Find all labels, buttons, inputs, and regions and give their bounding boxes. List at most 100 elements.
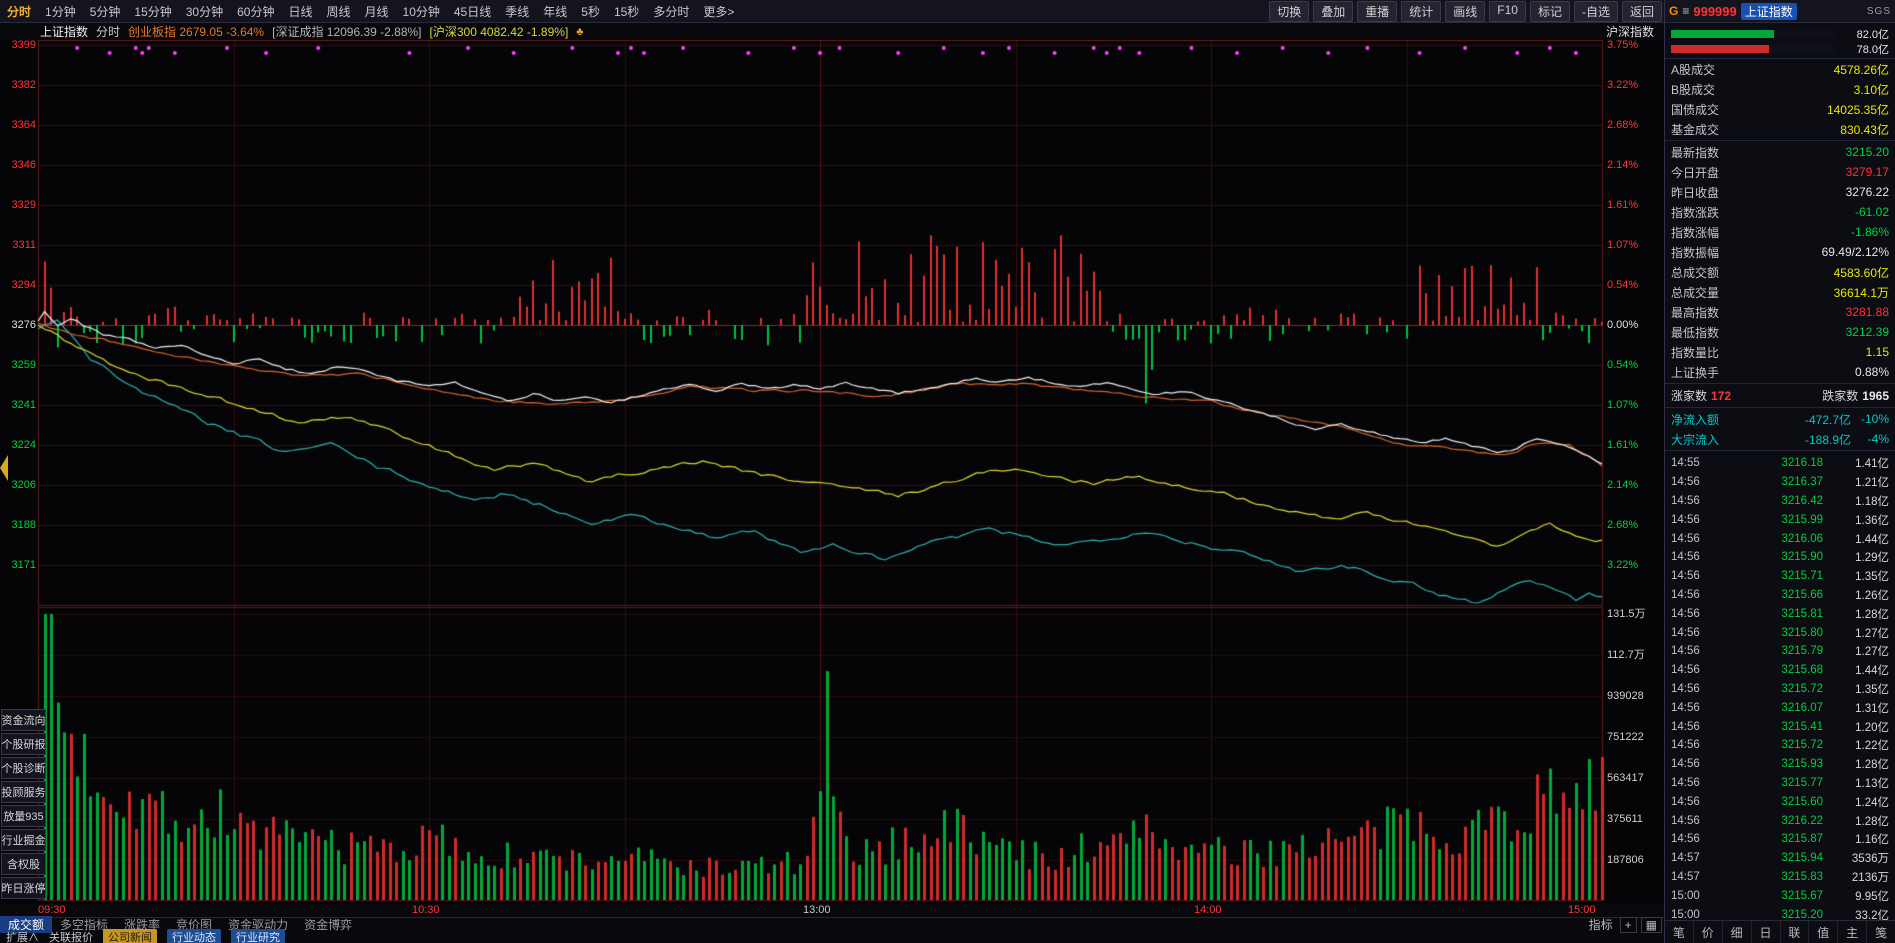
panel-tab-4[interactable]: 联 <box>1781 921 1810 943</box>
axis-label: 0.54% <box>1607 280 1638 291</box>
panel-tab-5[interactable]: 值 <box>1809 921 1838 943</box>
status-item-3[interactable]: 行业动态 <box>167 929 221 943</box>
axis-label: 1.07% <box>1607 240 1638 251</box>
period-tab-10[interactable]: 45日线 <box>447 3 498 20</box>
period-tab-8[interactable]: 月线 <box>358 3 396 20</box>
axis-label: 2.68% <box>1607 520 1638 531</box>
period-tab-0[interactable]: 分时 <box>0 3 38 20</box>
axis-label: 0.00% <box>1607 320 1638 331</box>
period-tab-14[interactable]: 15秒 <box>607 3 646 20</box>
toolbar-action-8[interactable]: 返回 <box>1622 1 1662 22</box>
info-row-14: 指数量比1.15 <box>1665 342 1895 362</box>
status-item-0[interactable]: 扩展∧ <box>6 929 39 943</box>
period-tab-6[interactable]: 日线 <box>281 3 319 20</box>
quick-button-4[interactable]: 放量935 <box>1 805 46 827</box>
strength-bar-row: 82.0亿 <box>1671 26 1889 41</box>
status-bar: 扩展∧ 关联报价公司新闻行业动态行业研究 <box>0 931 1664 943</box>
advancers-decliners-row: 涨家数 172 跌家数 1965 <box>1665 385 1895 406</box>
toolbar-action-4[interactable]: 画线 <box>1445 1 1485 22</box>
period-tab-5[interactable]: 60分钟 <box>230 3 281 20</box>
quick-button-6[interactable]: 含权股 <box>1 853 46 875</box>
decliners-count: 1965 <box>1862 389 1889 403</box>
toolbar-action-2[interactable]: 重播 <box>1357 1 1397 22</box>
status-item-2[interactable]: 公司新闻 <box>103 929 157 943</box>
flow-row-1: 大宗流入-188.9亿-4% <box>1665 429 1895 449</box>
panel-tab-6[interactable]: 主 <box>1838 921 1867 943</box>
panel-tab-2[interactable]: 细 <box>1723 921 1752 943</box>
strength-bar-row: 78.0亿 <box>1671 41 1889 56</box>
info-row-2: 国债成交14025.35亿 <box>1665 99 1895 119</box>
quick-button-1[interactable]: 个股研报 <box>1 733 46 755</box>
toolbar-action-5[interactable]: F10 <box>1489 1 1526 22</box>
axis-label: 1.61% <box>1607 440 1638 451</box>
axis-label: 1.07% <box>1607 400 1638 411</box>
axis-label: 3346 <box>2 160 36 171</box>
intraday-chart[interactable] <box>0 40 1664 904</box>
toolbar-action-1[interactable]: 叠加 <box>1313 1 1353 22</box>
info-row-5: 今日开盘3279.17 <box>1665 162 1895 182</box>
index-name: 上证指数 <box>40 23 88 40</box>
axis-label: 131.5万 <box>1607 609 1646 620</box>
overlay-quote-1: [深证成指 12096.39 -2.88%] <box>272 23 421 40</box>
axis-label: 3329 <box>2 200 36 211</box>
quick-button-2[interactable]: 个股诊断 <box>1 757 46 779</box>
money-flow-rows: 净流入额-472.7亿-10%大宗流入-188.9亿-4% <box>1665 409 1895 449</box>
axis-label: 3.75% <box>1607 40 1638 51</box>
status-item-1[interactable]: 关联报价 <box>49 929 93 943</box>
quote-panel-header: G ≡ 999999 上证指数 SGS <box>1665 0 1895 23</box>
period-tab-2[interactable]: 5分钟 <box>83 3 128 20</box>
info-row-4: 最新指数3215.20 <box>1665 142 1895 162</box>
period-tab-12[interactable]: 年线 <box>536 3 574 20</box>
tick-row-16: 14:563215.931.28亿 <box>1671 755 1889 774</box>
quick-button-7[interactable]: 昨日涨停 <box>1 877 46 899</box>
tick-row-1: 14:563216.371.21亿 <box>1671 473 1889 492</box>
period-tab-4[interactable]: 30分钟 <box>179 3 230 20</box>
info-row-10: 总成交额4583.60亿 <box>1665 262 1895 282</box>
time-axis-label: 10:30 <box>412 904 440 916</box>
period-tab-3[interactable]: 15分钟 <box>127 3 178 20</box>
axis-label: 3224 <box>2 440 36 451</box>
panel-tab-7[interactable]: 笺 <box>1867 921 1895 943</box>
axis-label: 3188 <box>2 520 36 531</box>
panel-tab-0[interactable]: 笔 <box>1665 921 1694 943</box>
period-tab-9[interactable]: 10分钟 <box>396 3 447 20</box>
chart-header: 上证指数 分时 创业板指 2679.05 -3.64%[深证成指 12096.3… <box>0 23 1664 40</box>
axis-label: 1.61% <box>1607 200 1638 211</box>
level2-logo: G <box>1669 4 1678 18</box>
quick-button-5[interactable]: 行业掘金 <box>1 829 46 851</box>
tick-row-5: 14:563215.901.29亿 <box>1671 548 1889 567</box>
axis-label: 3276 <box>2 320 36 331</box>
time-axis-label: 09:30 <box>38 904 66 916</box>
tick-row-24: 15:003215.2033.2亿 <box>1671 905 1889 920</box>
info-row-9: 指数振幅69.49/2.12% <box>1665 242 1895 262</box>
stock-code: 999999 <box>1693 4 1736 19</box>
menu-icon[interactable]: ≡ <box>1682 4 1689 18</box>
axis-label: 3382 <box>2 80 36 91</box>
toolbar-action-6[interactable]: 标记 <box>1530 1 1570 22</box>
quick-button-0[interactable]: 资金流向 <box>1 709 46 731</box>
axis-label: 3294 <box>2 280 36 291</box>
period-tab-16[interactable]: 更多> <box>696 3 741 20</box>
panel-tab-1[interactable]: 价 <box>1694 921 1723 943</box>
quote-panel: G ≡ 999999 上证指数 SGS 82.0亿78.0亿 A股成交4578.… <box>1664 0 1895 943</box>
period-tab-13[interactable]: 5秒 <box>574 3 607 20</box>
quick-button-3[interactable]: 投顾服务 <box>1 781 46 803</box>
toolbar-action-7[interactable]: -自选 <box>1574 1 1618 22</box>
axis-label: 3399 <box>2 40 36 51</box>
tick-row-11: 14:563215.681.44亿 <box>1671 661 1889 680</box>
panel-tab-3[interactable]: 日 <box>1752 921 1781 943</box>
time-axis-label: 15:00 <box>1568 904 1596 916</box>
status-item-4[interactable]: 行业研究 <box>231 929 285 943</box>
period-tab-11[interactable]: 季线 <box>498 3 536 20</box>
stock-name-badge: 上证指数 <box>1741 3 1797 20</box>
tick-row-7: 14:563215.661.26亿 <box>1671 586 1889 605</box>
period-tab-7[interactable]: 周线 <box>319 3 357 20</box>
period-tab-1[interactable]: 1分钟 <box>38 3 83 20</box>
toolbar-action-3[interactable]: 统计 <box>1401 1 1441 22</box>
toolbar-action-0[interactable]: 切换 <box>1269 1 1309 22</box>
tick-by-tick-list[interactable]: 14:553216.181.41亿14:563216.371.21亿14:563… <box>1665 452 1895 920</box>
info-row-11: 总成交量36614.1万 <box>1665 282 1895 302</box>
period-tab-15[interactable]: 多分时 <box>646 3 696 20</box>
tick-row-22: 14:573215.832136万 <box>1671 868 1889 887</box>
market-badge: SGS <box>1867 6 1891 17</box>
